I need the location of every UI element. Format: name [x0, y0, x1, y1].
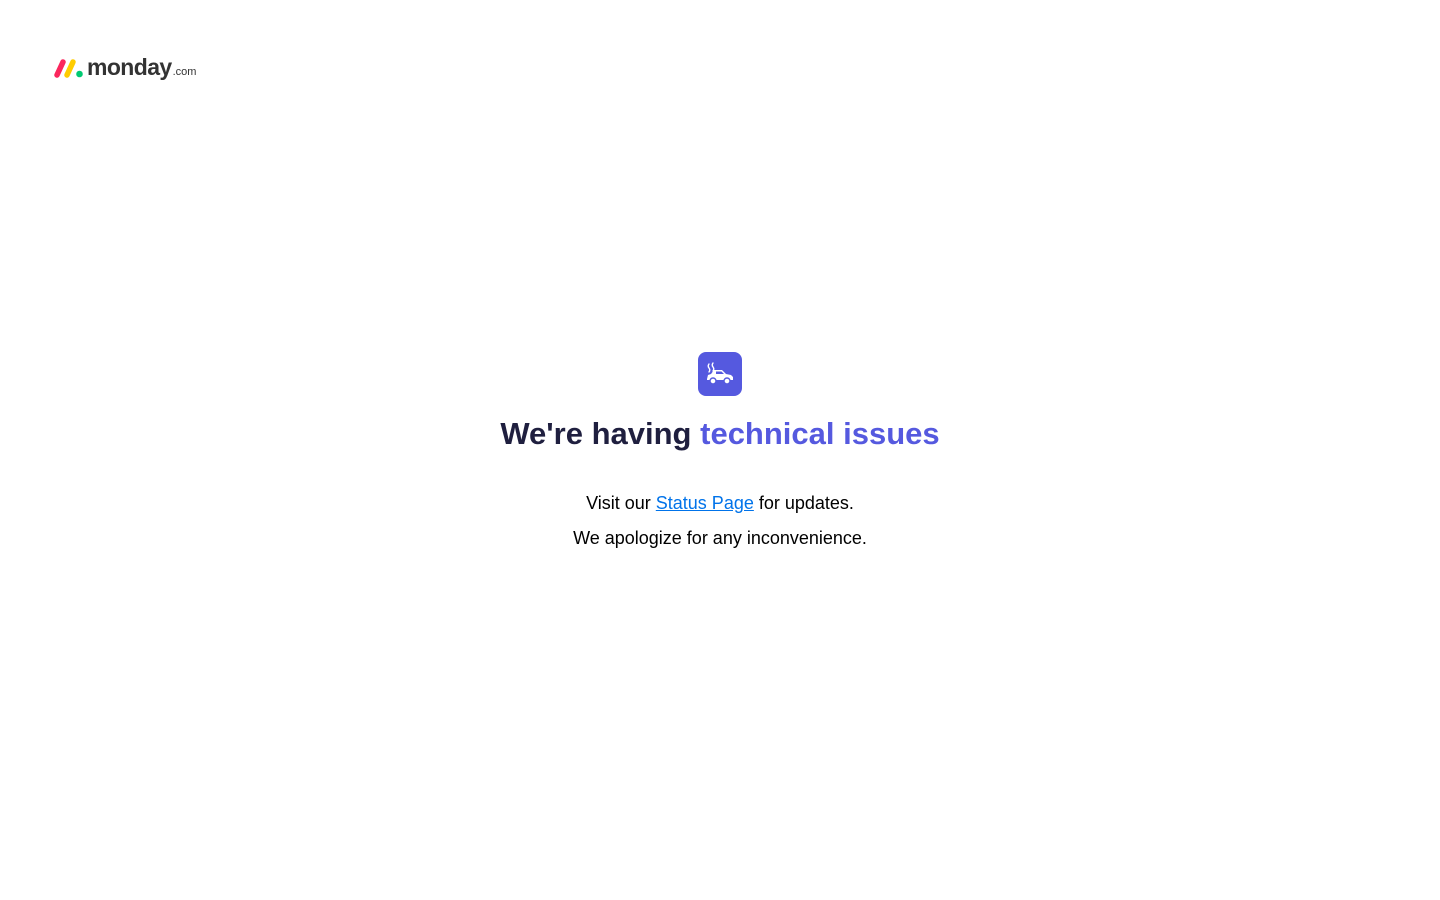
page-title: We're having technical issues — [500, 416, 939, 452]
monday-logo[interactable]: monday .com — [54, 54, 196, 82]
status-line: Visit our Status Page for updates. — [586, 491, 854, 515]
error-page: monday .com We're having technical issue… — [0, 0, 1440, 900]
apology-text: We apologize for any inconvenience. — [573, 528, 867, 548]
headline-accent: technical issues — [700, 416, 940, 451]
status-prefix: Visit our — [586, 493, 651, 513]
status-suffix: for updates. — [758, 493, 854, 513]
broken-car-glyph-icon — [707, 362, 733, 385]
logo-wordmark: monday — [87, 54, 172, 80]
broken-car-icon — [698, 352, 742, 396]
monday-logo-mark-icon — [54, 59, 83, 78]
status-page-link[interactable]: Status Page — [656, 493, 754, 513]
headline-prefix: We're having — [500, 416, 692, 451]
error-message-block: We're having technical issues Visit our … — [0, 352, 1440, 550]
logo-tld: .com — [172, 66, 197, 78]
